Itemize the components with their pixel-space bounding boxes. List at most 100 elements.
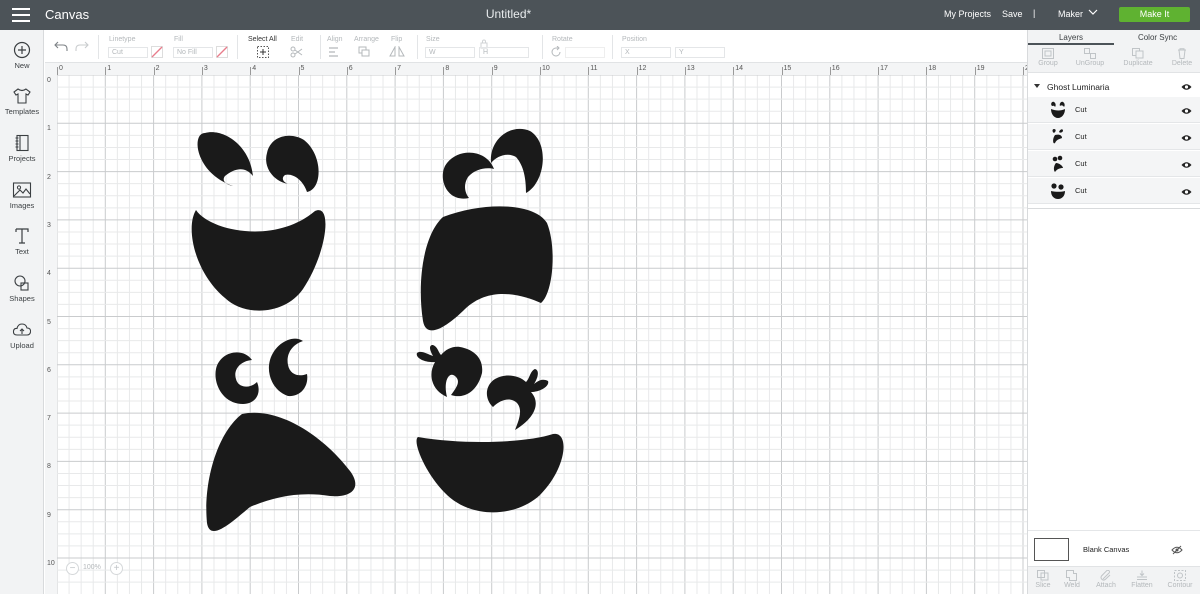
panel-divider [1028, 208, 1200, 209]
eye-icon[interactable] [1181, 134, 1192, 142]
scissors-icon[interactable] [290, 46, 306, 58]
undo-icon[interactable] [54, 40, 68, 52]
toolbar-divider [542, 35, 543, 59]
attach-label: Attach [1096, 582, 1116, 589]
panel-tabs: Layers Color Sync [1028, 30, 1200, 45]
rotate-icon[interactable] [550, 46, 562, 58]
machine-selector[interactable]: Maker [1058, 9, 1083, 19]
my-projects-link[interactable]: My Projects [944, 9, 991, 19]
face2-left-eye [442, 152, 494, 199]
width-field[interactable]: W [425, 47, 475, 58]
notebook-icon [15, 134, 29, 152]
image-icon [12, 182, 32, 198]
contour-label: Contour [1167, 582, 1193, 589]
chevron-down-icon[interactable] [1088, 7, 1098, 17]
face3-right-eye [268, 338, 308, 397]
top-bar: Canvas Untitled* My Projects Save | Make… [0, 0, 1200, 30]
sidebar-label-shapes: Shapes [9, 294, 35, 303]
cloud-upload-icon [12, 323, 32, 336]
toolbar-divider [320, 35, 321, 59]
linetype-color-swatch-icon[interactable] [151, 46, 163, 58]
x-field[interactable]: X [621, 47, 671, 58]
flatten-button[interactable]: Flatten [1127, 570, 1157, 589]
layers-panel: Layers Color Sync Group UnGroup Duplicat… [1027, 30, 1200, 594]
layer-row[interactable]: Cut [1028, 97, 1200, 123]
sidebar-label-projects: Projects [8, 154, 36, 163]
app-window: Canvas Untitled* My Projects Save | Make… [0, 0, 1200, 594]
tab-color-sync[interactable]: Color Sync [1114, 30, 1200, 45]
caret-down-icon[interactable] [1034, 83, 1040, 89]
arrange-icon[interactable] [358, 46, 374, 58]
eye-icon[interactable] [1181, 83, 1192, 91]
size-label: Size [426, 36, 440, 43]
linetype-label: Linetype [109, 36, 136, 43]
blank-canvas-label: Blank Canvas [1083, 545, 1130, 554]
position-label: Position [622, 36, 647, 43]
contour-button[interactable]: Contour [1165, 570, 1195, 589]
fill-select[interactable]: No Fill [173, 47, 213, 58]
save-button[interactable]: Save [1002, 9, 1023, 19]
sidebar-item-text[interactable]: Text [0, 227, 44, 271]
blank-canvas-row[interactable]: Blank Canvas [1028, 530, 1200, 566]
sidebar-item-templates[interactable]: Templates [0, 87, 44, 131]
sidebar-item-upload[interactable]: Upload [0, 321, 44, 365]
face1-mouth [191, 210, 326, 311]
group-button[interactable]: Group [1028, 48, 1068, 67]
rotate-field[interactable] [565, 47, 605, 58]
layer-thumbnail-face-happy [1051, 101, 1065, 118]
layer-row[interactable]: Cut [1028, 178, 1200, 204]
eye-icon[interactable] [1181, 188, 1192, 196]
select-all-icon[interactable] [257, 46, 269, 58]
sidebar-item-new[interactable]: New [0, 41, 44, 85]
layer-row[interactable]: Cut [1028, 151, 1200, 177]
fill-color-swatch-icon[interactable] [216, 46, 228, 58]
linetype-select[interactable]: Cut [108, 47, 148, 58]
select-all-label: Select All [248, 36, 277, 43]
face4-mouth [416, 433, 564, 513]
delete-button[interactable]: Delete [1162, 48, 1200, 67]
layer-row[interactable]: Cut [1028, 124, 1200, 150]
sidebar-item-images[interactable]: Images [0, 181, 44, 225]
tab-layers[interactable]: Layers [1028, 30, 1114, 45]
ungroup-button[interactable]: UnGroup [1070, 48, 1110, 67]
document-title[interactable]: Untitled* [0, 7, 1017, 21]
y-field[interactable]: Y [675, 47, 725, 58]
eye-icon[interactable] [1181, 161, 1192, 169]
make-it-button[interactable]: Make It [1119, 7, 1190, 22]
redo-icon[interactable] [75, 40, 89, 52]
rotate-label: Rotate [552, 36, 573, 43]
group-label: Group [1038, 60, 1058, 67]
delete-label: Delete [1171, 60, 1193, 67]
duplicate-icon [1132, 48, 1144, 59]
ghost-faces-artwork[interactable] [45, 63, 1027, 594]
layer-thumbnail-face-surprised [1052, 155, 1063, 172]
left-sidebar: New Templates Projects Images Text Shape… [0, 30, 44, 594]
eye-hidden-icon[interactable] [1171, 545, 1183, 555]
slice-label: Slice [1035, 582, 1051, 589]
blank-canvas-swatch[interactable] [1034, 538, 1069, 561]
sidebar-item-projects[interactable]: Projects [0, 134, 44, 178]
paperclip-icon [1100, 570, 1111, 581]
zoom-out-button[interactable]: − [66, 562, 79, 575]
slice-button[interactable]: Slice [1028, 570, 1058, 589]
flip-icon[interactable] [389, 46, 405, 58]
toolbar-divider [612, 35, 613, 59]
layer-group-row[interactable]: Ghost Luminaria [1028, 77, 1200, 97]
zoom-in-button[interactable]: + [110, 562, 123, 575]
weld-label: Weld [1064, 582, 1080, 589]
face3-left-eye [215, 352, 259, 404]
height-field[interactable]: H [479, 47, 529, 58]
toolbar-divider [417, 35, 418, 59]
sidebar-item-shapes[interactable]: Shapes [0, 274, 44, 318]
panel-bottom-actions: Slice Weld Attach Flatten Contour [1028, 566, 1200, 594]
eye-icon[interactable] [1181, 107, 1192, 115]
face1-right-eye [266, 135, 319, 192]
duplicate-button[interactable]: Duplicate [1118, 48, 1158, 67]
toolbar-divider [98, 35, 99, 59]
weld-button[interactable]: Weld [1057, 570, 1087, 589]
align-icon[interactable] [328, 46, 344, 58]
design-canvas[interactable]: 01234567891011121314151617181920 0123456… [45, 63, 1027, 594]
layer-group-name: Ghost Luminaria [1047, 82, 1110, 92]
attach-button[interactable]: Attach [1091, 570, 1121, 589]
ungroup-icon [1084, 48, 1096, 59]
